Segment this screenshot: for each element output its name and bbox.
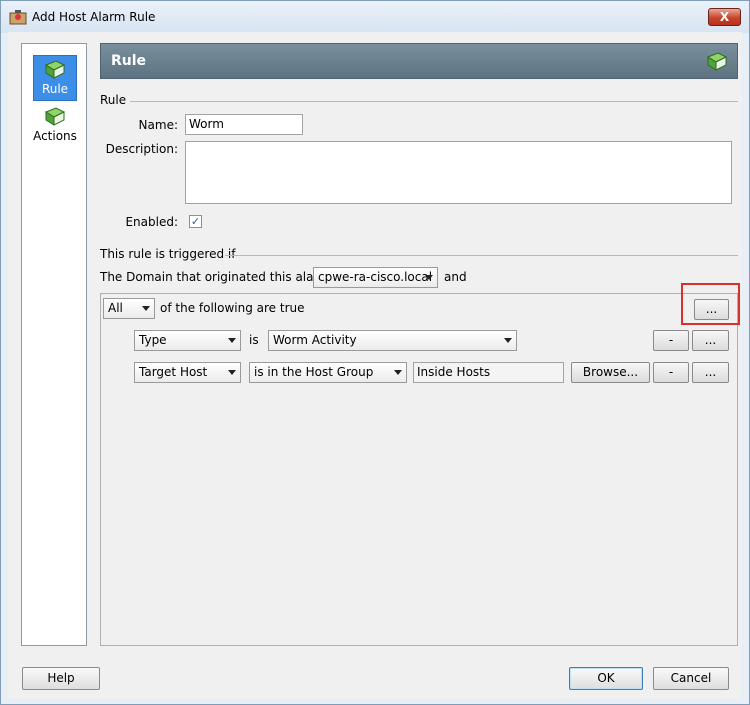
title-bar[interactable]: Add Host Alarm Rule X <box>1 1 749 33</box>
rule-panel: Rule Rule Name: Worm Description: Enable… <box>100 43 740 646</box>
close-button[interactable]: X <box>708 8 741 26</box>
host-group-field[interactable]: Inside Hosts <box>413 362 564 383</box>
chevron-down-icon <box>394 370 402 375</box>
browse-button[interactable]: Browse... <box>571 362 650 383</box>
book-icon <box>44 107 66 126</box>
chevron-down-icon <box>228 338 236 343</box>
trigger-section-divider <box>225 255 738 256</box>
condition-field-value: Target Host <box>139 365 208 379</box>
enabled-checkbox[interactable]: ✓ <box>189 215 202 228</box>
chevron-down-icon <box>425 275 433 280</box>
sidebar-item-label: Rule <box>41 82 69 96</box>
add-host-alarm-rule-dialog: Add Host Alarm Rule X Rule Actions Rule … <box>0 0 750 705</box>
sidebar-item-rule[interactable]: Rule <box>33 55 77 101</box>
highlight-box <box>681 283 740 325</box>
sidebar-item-actions[interactable]: Actions <box>33 106 77 148</box>
condition-operator-value: is in the Host Group <box>254 365 374 379</box>
remove-condition-button[interactable]: - <box>653 330 689 351</box>
description-input[interactable] <box>185 141 732 204</box>
condition-field-value: Type <box>139 333 167 347</box>
enabled-label: Enabled: <box>125 215 178 229</box>
trigger-section-label: This rule is triggered if <box>100 247 236 261</box>
sidebar-nav: Rule Actions <box>21 43 87 646</box>
book-icon <box>44 60 66 79</box>
condition-field-dropdown[interactable]: Target Host <box>134 362 241 383</box>
ok-button[interactable]: OK <box>569 667 643 690</box>
domain-value: cpwe-ra-cisco.local <box>318 270 433 284</box>
condition-value: Worm Activity <box>273 333 357 347</box>
chevron-down-icon <box>142 306 150 311</box>
rule-section-label: Rule <box>100 93 127 107</box>
conditions-area: All of the following are true ... Type i… <box>100 293 738 646</box>
panel-title: Rule <box>111 53 147 69</box>
rule-section-divider <box>130 101 738 102</box>
domain-and-text: and <box>444 270 467 284</box>
condition-more-button[interactable]: ... <box>692 362 729 383</box>
name-label: Name: <box>138 118 178 132</box>
match-text: of the following are true <box>160 301 305 315</box>
cancel-button[interactable]: Cancel <box>653 667 729 690</box>
book-icon <box>706 52 728 71</box>
domain-text: The Domain that originated this alarm is <box>100 270 344 284</box>
match-dropdown[interactable]: All <box>103 298 155 319</box>
name-input[interactable]: Worm <box>185 114 303 135</box>
chevron-down-icon <box>228 370 236 375</box>
condition-field-dropdown[interactable]: Type <box>134 330 241 351</box>
condition-operator-dropdown[interactable]: is in the Host Group <box>249 362 407 383</box>
dialog-content: Rule Actions Rule Rule Name: Worm Descri… <box>8 32 742 699</box>
remove-condition-button[interactable]: - <box>653 362 689 383</box>
sidebar-item-label: Actions <box>33 129 77 143</box>
description-label: Description: <box>105 142 178 156</box>
help-button[interactable]: Help <box>22 667 100 690</box>
condition-value-dropdown[interactable]: Worm Activity <box>268 330 517 351</box>
condition-operator-text: is <box>249 333 259 347</box>
window-title: Add Host Alarm Rule <box>32 10 156 24</box>
panel-header: Rule <box>100 43 738 79</box>
app-icon <box>9 10 27 25</box>
chevron-down-icon <box>504 338 512 343</box>
domain-dropdown[interactable]: cpwe-ra-cisco.local <box>313 267 438 288</box>
condition-more-button[interactable]: ... <box>692 330 729 351</box>
match-value: All <box>108 301 123 315</box>
